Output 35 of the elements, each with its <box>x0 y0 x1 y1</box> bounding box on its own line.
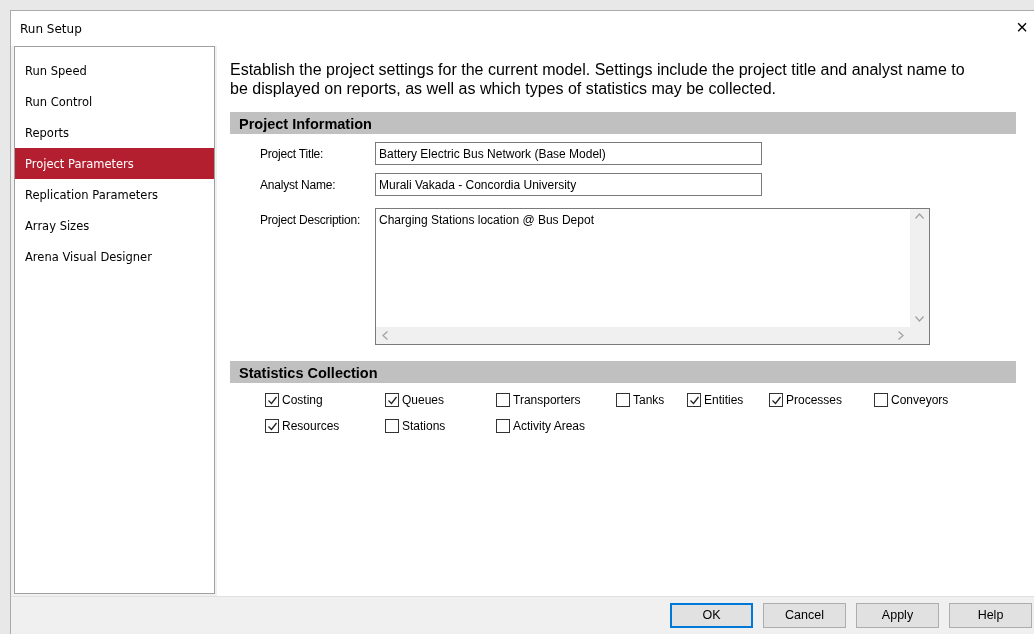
close-button[interactable]: × <box>1010 16 1034 41</box>
checkbox[interactable] <box>616 393 630 407</box>
field-label: Analyst Name: <box>260 177 337 194</box>
checkbox[interactable] <box>496 419 510 433</box>
sidebar-item[interactable]: Project Parameters <box>15 148 214 179</box>
checkbox[interactable] <box>496 393 510 407</box>
checkbox-label: Resources <box>282 418 340 435</box>
checkbox[interactable] <box>687 393 701 407</box>
checkbox[interactable] <box>385 393 399 407</box>
intro-text: Establish the project settings for the current model. Settings include the project title and analyst name to be displayed on reports, as well as which types of statistics may be collected. <box>230 60 966 98</box>
checkbox-label: Costing <box>282 392 323 409</box>
checkbox-label: Tanks <box>633 392 665 409</box>
text-field[interactable]: Murali Vakada - Concordia University <box>375 173 762 196</box>
checkbox[interactable] <box>385 419 399 433</box>
checkbox-label: Conveyors <box>891 392 949 409</box>
checkbox-label: Stations <box>402 418 446 435</box>
window-title: Run Setup <box>20 20 82 38</box>
dialog-button[interactable]: Help <box>949 603 1032 628</box>
checkbox[interactable] <box>265 393 279 407</box>
field-label: Project Title: <box>260 146 325 163</box>
text-field[interactable]: Battery Electric Bus Network (Base Model) <box>375 142 762 165</box>
dialog-button[interactable]: OK <box>670 603 753 628</box>
checkbox[interactable] <box>874 393 888 407</box>
checkbox-label: Queues <box>402 392 445 409</box>
section-header: Statistics Collection <box>230 361 1016 383</box>
dialog-button[interactable]: Cancel <box>763 603 846 628</box>
section-header: Project Information <box>230 112 1016 134</box>
checkbox[interactable] <box>769 393 783 407</box>
dialog-button[interactable]: Apply <box>856 603 939 628</box>
checkbox-label: Processes <box>786 392 843 409</box>
checkbox-label: Activity Areas <box>513 418 586 435</box>
checkbox-label: Transporters <box>513 392 581 409</box>
field-label: Project Description: <box>260 212 362 229</box>
checkbox-label: Entities <box>704 392 744 409</box>
checkbox[interactable] <box>265 419 279 433</box>
